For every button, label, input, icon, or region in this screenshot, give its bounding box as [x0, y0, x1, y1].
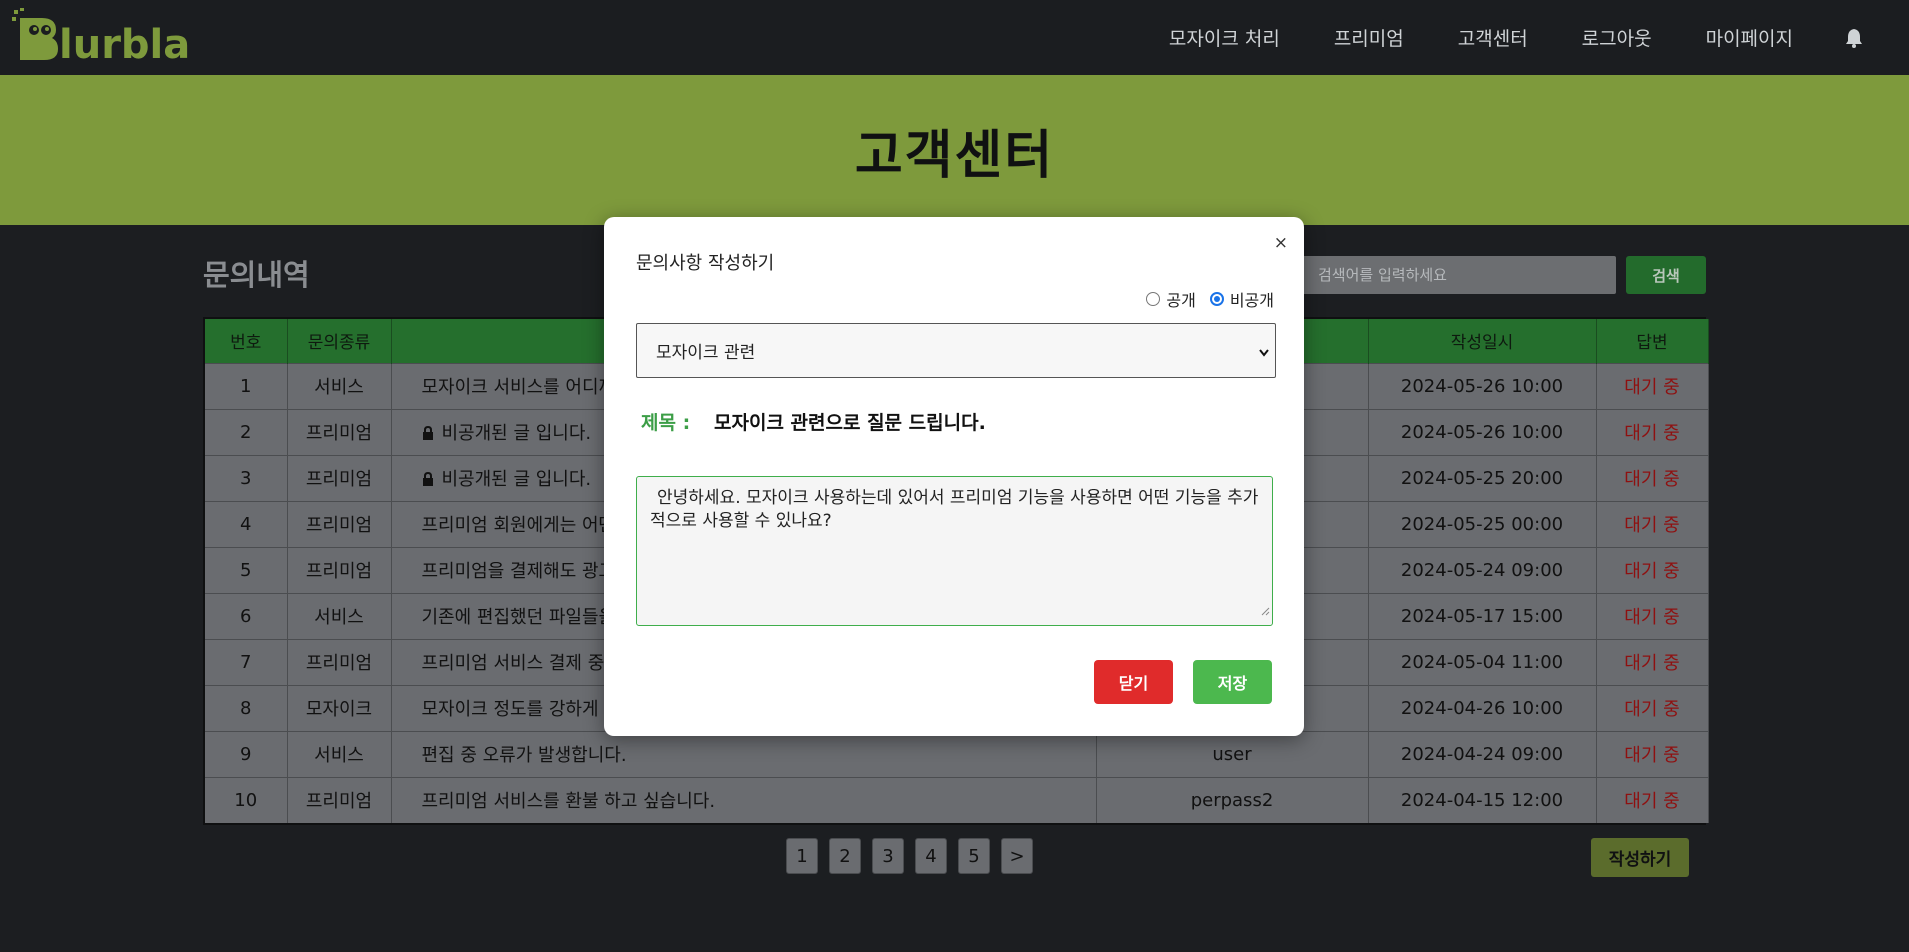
public-radio[interactable]: [1146, 292, 1161, 306]
chevron-down-icon: [1259, 344, 1269, 364]
modal-title: 문의사항 작성하기: [636, 253, 775, 274]
private-radio-label[interactable]: 비공개: [1230, 287, 1274, 311]
subject-field[interactable]: 모자이크 관련으로 질문 드립니다.: [714, 408, 986, 435]
resize-handle-icon[interactable]: [1253, 600, 1270, 623]
content-text: 안녕하세요. 모자이크 사용하는데 있어서 프리미엄 기능을 사용하면 어떤 기…: [650, 488, 1259, 531]
subject-label: 제목 :: [641, 412, 691, 434]
visibility-radio-group: 공개 비공개: [1146, 287, 1274, 311]
category-select[interactable]: 모자이크 관련: [636, 323, 1276, 378]
save-button[interactable]: 저장: [1193, 660, 1272, 704]
close-button[interactable]: 닫기: [1094, 660, 1173, 704]
close-icon[interactable]: ×: [1274, 233, 1288, 253]
category-select-value: 모자이크 관련: [656, 343, 756, 363]
inquiry-modal: × 문의사항 작성하기 공개 비공개 모자이크 관련 제목 : 모자이크 관련으…: [604, 217, 1304, 736]
content-textarea[interactable]: 안녕하세요. 모자이크 사용하는데 있어서 프리미엄 기능을 사용하면 어떤 기…: [636, 476, 1273, 626]
private-radio[interactable]: [1209, 292, 1224, 306]
public-radio-label[interactable]: 공개: [1166, 287, 1195, 311]
